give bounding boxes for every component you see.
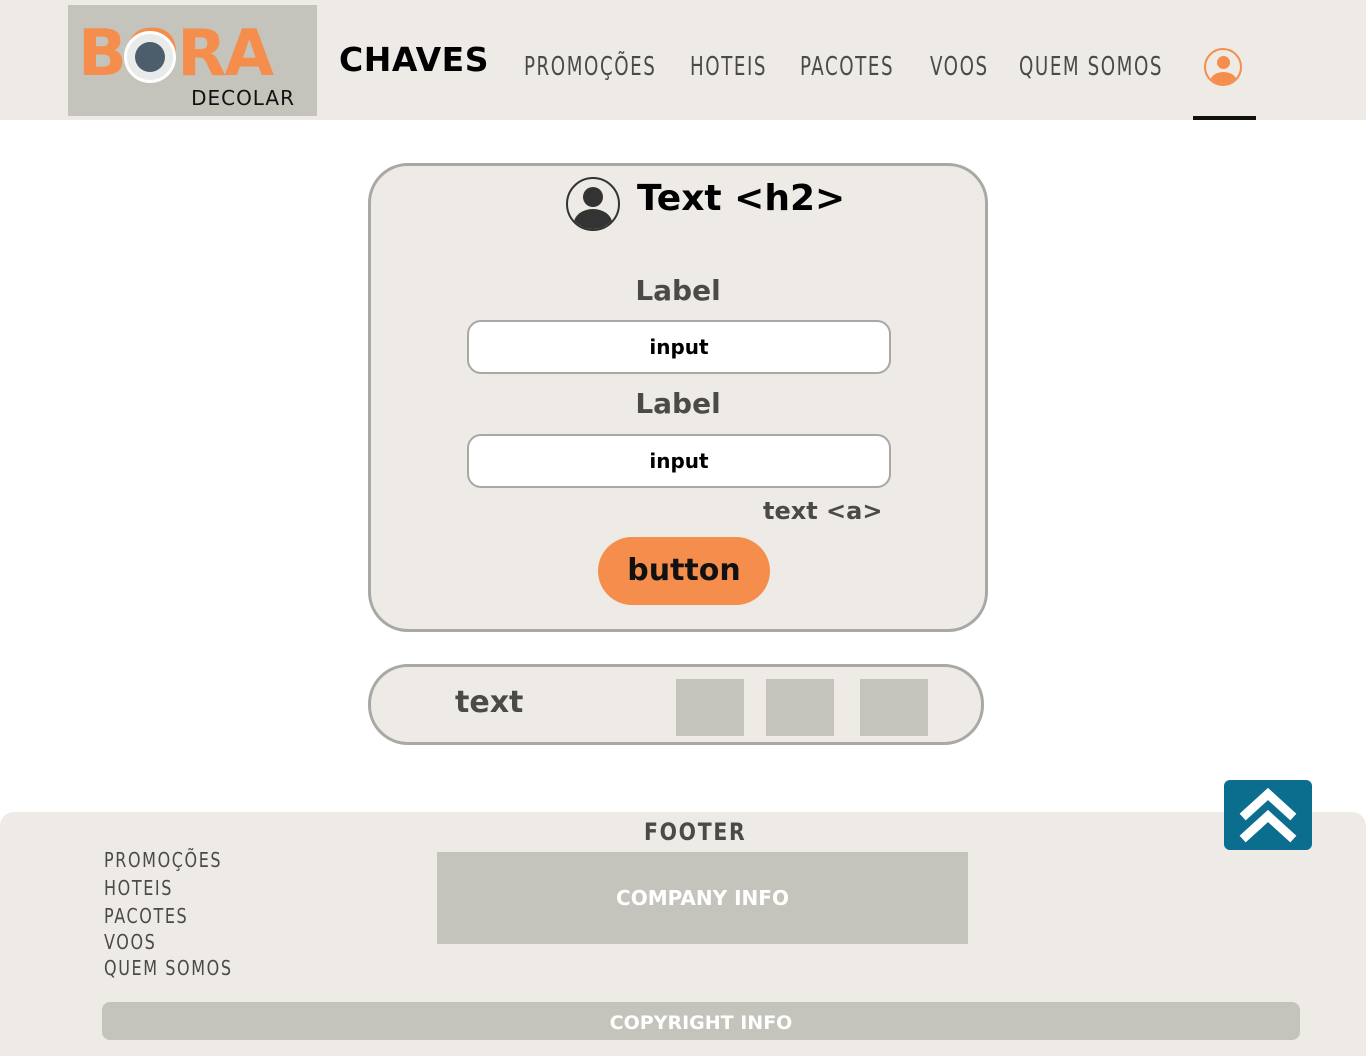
header: BORA DECOLAR CHAVES PROMOÇÕES HOTEIS PAC…	[0, 0, 1366, 120]
copyright-info: COPYRIGHT INFO	[102, 1002, 1300, 1040]
footer-link-promocoes[interactable]: PROMOÇÕES	[104, 846, 233, 874]
social-icon-3[interactable]	[860, 679, 928, 736]
footer-link-voos[interactable]: VOOS	[104, 930, 233, 954]
nav-item-pacotes[interactable]: PACOTES	[800, 52, 894, 82]
footer-link-quem-somos[interactable]: QUEM SOMOS	[104, 954, 233, 982]
footer-link-hoteis[interactable]: HOTEIS	[104, 874, 233, 902]
login-card: Text <h2> Label input Label input text <…	[368, 163, 988, 632]
social-bar: text	[368, 664, 984, 745]
nav-item-voos[interactable]: VOOS	[930, 52, 989, 82]
back-to-top-button[interactable]	[1224, 780, 1312, 850]
social-icon-1[interactable]	[676, 679, 744, 736]
nav-item-promocoes[interactable]: PROMOÇÕES	[524, 52, 656, 82]
social-icon-2[interactable]	[766, 679, 834, 736]
footer: FOOTER PROMOÇÕES HOTEIS PACOTES VOOS QUE…	[0, 812, 1366, 1056]
card-title: Text <h2>	[637, 178, 846, 219]
logo-subtitle: DECOLAR	[191, 86, 295, 110]
field-label-1: Label	[635, 274, 721, 307]
company-info: COMPANY INFO	[437, 852, 968, 944]
logo[interactable]: BORA DECOLAR	[68, 5, 317, 116]
input-field-1[interactable]: input	[467, 320, 891, 374]
field-label-2: Label	[635, 387, 721, 420]
user-avatar-icon	[566, 177, 620, 231]
footer-link-pacotes[interactable]: PACOTES	[104, 902, 233, 930]
brand-title: CHAVES	[339, 40, 489, 79]
footer-links: PROMOÇÕES HOTEIS PACOTES VOOS QUEM SOMOS	[104, 846, 265, 982]
input-field-2[interactable]: input	[467, 434, 891, 488]
card-link[interactable]: text <a>	[763, 497, 882, 525]
footer-title: FOOTER	[644, 818, 747, 846]
user-circle-icon[interactable]	[1204, 48, 1242, 86]
double-chevron-up-icon	[1239, 787, 1297, 843]
social-text: text	[455, 685, 524, 720]
submit-button[interactable]: button	[598, 537, 770, 605]
nav-item-quem-somos[interactable]: QUEM SOMOS	[1019, 52, 1163, 82]
active-nav-indicator	[1193, 116, 1256, 120]
nav-item-hoteis[interactable]: HOTEIS	[690, 52, 767, 82]
globe-icon	[124, 31, 176, 83]
